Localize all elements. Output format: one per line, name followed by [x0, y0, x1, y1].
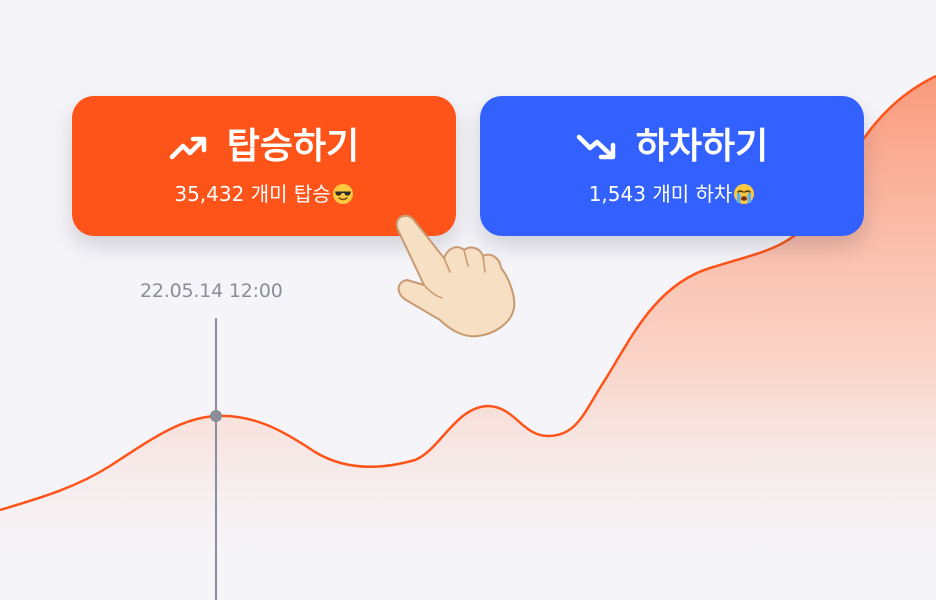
- pointing-hand-icon: [395, 214, 516, 338]
- board-suffix: 개미 탑승: [250, 182, 331, 206]
- chart-timestamp: 22.05.14 12:00: [140, 280, 283, 302]
- board-count: 35,432: [174, 182, 245, 206]
- alight-count: 1,543: [588, 182, 646, 206]
- alight-button-label: 하차하기: [635, 126, 769, 167]
- crying-emoji: [733, 183, 755, 205]
- alight-suffix: 개미 하차: [652, 182, 733, 206]
- board-button-label: 탑승하기: [226, 126, 360, 167]
- crosshair-point: [210, 410, 222, 422]
- sunglasses-emoji: [332, 183, 354, 205]
- trending-down-icon: [576, 132, 618, 162]
- alight-button[interactable]: 하차하기 1,543 개미 하차: [480, 96, 864, 236]
- trending-up-icon: [169, 133, 209, 161]
